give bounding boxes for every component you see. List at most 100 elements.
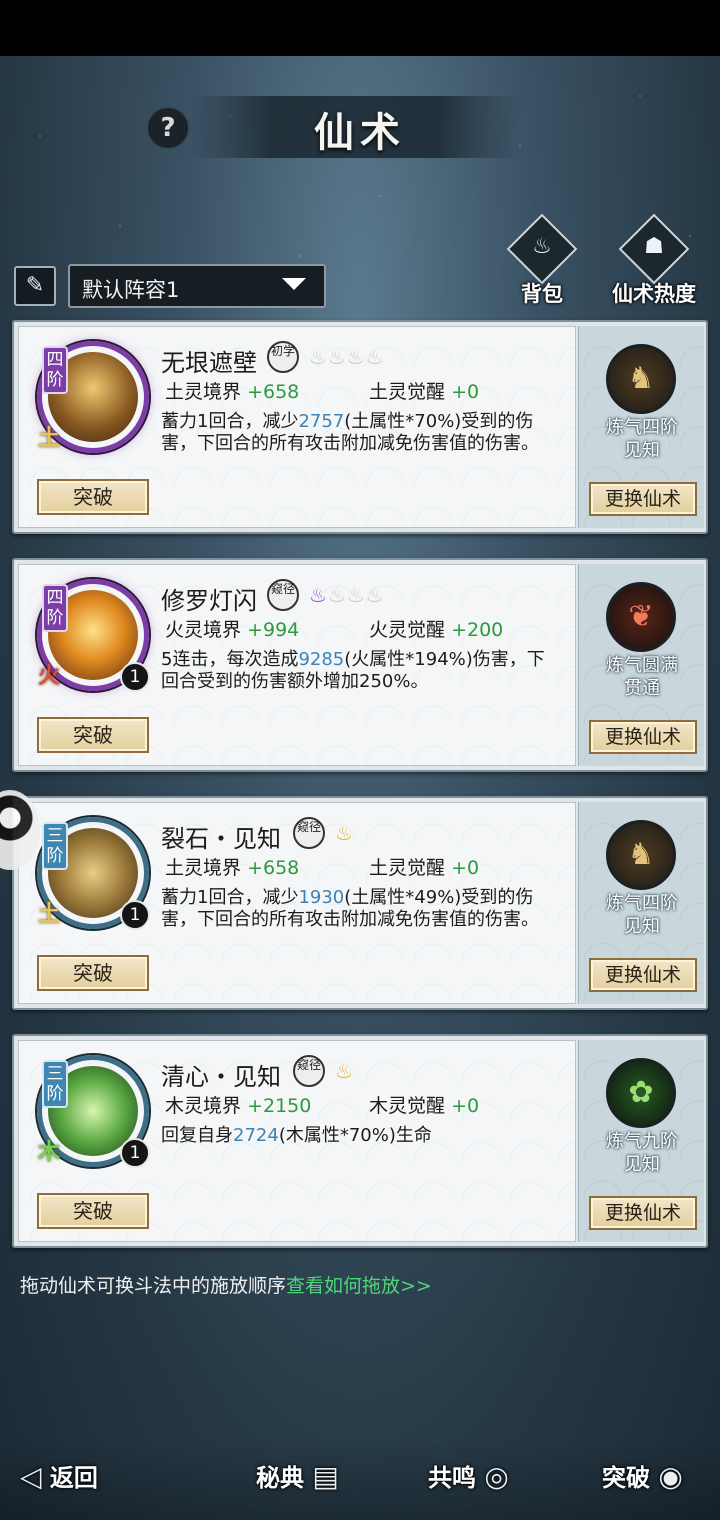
swirl-icon: ◎ bbox=[484, 1460, 509, 1493]
resonance-button[interactable]: 共鸣 ◎ bbox=[428, 1458, 509, 1498]
desc-text: 蓄力1回合，减少 bbox=[161, 887, 299, 908]
stat-value: +0 bbox=[451, 857, 480, 879]
nav-label: 突破 bbox=[602, 1463, 650, 1492]
count-badge: 1 bbox=[120, 662, 150, 692]
stat-label: 火灵觉醒 bbox=[369, 619, 446, 641]
skill-card[interactable]: 三阶 木 1 突破 清心・见知 窥径 ♨ 木灵境界 +2150 木灵觉醒 +0 … bbox=[12, 1034, 708, 1248]
open-book-icon: ▤ bbox=[312, 1460, 339, 1493]
skill-card-body: 四阶 火 1 突破 修罗灯闪 窥径 ♨♨♨♨ 火灵境界 +994 火灵觉醒 +2… bbox=[18, 564, 576, 766]
change-skill-button[interactable]: 更换仙术 bbox=[589, 958, 697, 992]
status-bar bbox=[0, 0, 720, 56]
realm-level: 炼气九阶 bbox=[606, 1131, 678, 1152]
breakthrough-button[interactable]: 突破 bbox=[37, 479, 149, 515]
realm-stage: 贯通 bbox=[624, 678, 660, 699]
realm-panel: ♞ 炼气四阶 见知 更换仙术 bbox=[578, 326, 704, 528]
desc-number: 1930 bbox=[298, 887, 345, 908]
mastery-stamp: 窥径 bbox=[267, 579, 299, 611]
skill-name: 修罗灯闪 bbox=[161, 587, 257, 615]
element-glyph: 土 bbox=[38, 425, 61, 451]
realm-stage: 见知 bbox=[624, 1154, 660, 1175]
breakthrough-nav-button[interactable]: 突破 ◉ bbox=[602, 1458, 683, 1498]
realm-stat: 火灵境界 +994 bbox=[165, 615, 299, 642]
element-glyph: 木 bbox=[38, 1139, 61, 1165]
book-flame-icon: ☗ bbox=[644, 234, 664, 259]
awaken-stat: 土灵觉醒 +0 bbox=[369, 377, 479, 404]
count-badge: 1 bbox=[120, 1138, 150, 1168]
element-glyph: 土 bbox=[38, 901, 61, 927]
element-glyph: 火 bbox=[38, 663, 61, 689]
awaken-stat: 火灵觉醒 +200 bbox=[369, 615, 503, 642]
vortex-icon: ◉ bbox=[658, 1460, 683, 1493]
phoenix-emblem-icon: ❦ bbox=[606, 582, 676, 652]
skill-card-body: 三阶 土 1 突破 裂石・见知 窥径 ♨ 土灵境界 +658 土灵觉醒 +0 蓄… bbox=[18, 802, 576, 1004]
stat-value: +200 bbox=[451, 619, 504, 641]
bag-button[interactable]: ♨ 背包 bbox=[486, 213, 596, 306]
realm-text: 炼气四阶 见知 bbox=[579, 416, 705, 462]
desc-text: (木属性*70%)生命 bbox=[278, 1125, 432, 1146]
desc-text: 5连击，每次造成 bbox=[161, 649, 299, 670]
dragon-emblem-icon: ✿ bbox=[606, 1058, 676, 1128]
drag-hint: 拖动仙术可换斗法中的施放顺序查看如何拖放>> bbox=[20, 1271, 432, 1298]
skill-description: 5连击，每次造成9285(火属性*194%)伤害，下回合受到的伤害额外增加250… bbox=[161, 649, 561, 693]
help-button[interactable]: ? bbox=[146, 106, 190, 150]
desc-number: 2757 bbox=[298, 411, 345, 432]
stat-label: 火灵境界 bbox=[165, 619, 242, 641]
lineup-dropdown[interactable]: 默认阵容1 bbox=[68, 264, 326, 308]
skill-description: 蓄力1回合，减少2757(土属性*70%)受到的伤害，下回合的所有攻击附加减免伤… bbox=[161, 411, 561, 455]
qilin-emblem-icon: ♞ bbox=[606, 344, 676, 414]
nav-label: 返回 bbox=[49, 1463, 98, 1492]
skill-portrait: 四阶 火 1 bbox=[37, 579, 150, 692]
skill-name: 裂石・见知 bbox=[161, 825, 281, 853]
tier-badge: 三阶 bbox=[42, 822, 68, 870]
realm-level: 炼气四阶 bbox=[606, 417, 678, 438]
how-to-drag-link[interactable]: 查看如何拖放>> bbox=[286, 1275, 432, 1297]
nav-label: 秘典 bbox=[256, 1463, 304, 1492]
breakthrough-button[interactable]: 突破 bbox=[37, 717, 149, 753]
qilin-emblem-icon: ♞ bbox=[606, 820, 676, 890]
skill-card[interactable]: 四阶 土 突破 无垠遮壁 初学 ♨♨♨♨ 土灵境界 +658 土灵觉醒 +0 蓄… bbox=[12, 320, 708, 534]
change-skill-button[interactable]: 更换仙术 bbox=[589, 720, 697, 754]
tier-badge: 四阶 bbox=[42, 346, 68, 394]
skill-card[interactable]: 三阶 土 1 突破 裂石・见知 窥径 ♨ 土灵境界 +658 土灵觉醒 +0 蓄… bbox=[12, 796, 708, 1010]
realm-stat: 土灵境界 +658 bbox=[165, 853, 299, 880]
change-skill-button[interactable]: 更换仙术 bbox=[589, 482, 697, 516]
breakthrough-button[interactable]: 突破 bbox=[37, 1193, 149, 1229]
back-arrow-icon: ◁ bbox=[20, 1460, 42, 1493]
realm-text: 炼气九阶 见知 bbox=[579, 1130, 705, 1176]
flame-rating-icon: ♨ bbox=[335, 821, 354, 845]
change-skill-button[interactable]: 更换仙术 bbox=[589, 1196, 697, 1230]
back-button[interactable]: ◁ 返回 bbox=[20, 1458, 98, 1498]
skill-card-body: 四阶 土 突破 无垠遮壁 初学 ♨♨♨♨ 土灵境界 +658 土灵觉醒 +0 蓄… bbox=[18, 326, 576, 528]
awaken-stat: 木灵觉醒 +0 bbox=[369, 1091, 479, 1118]
skill-card[interactable]: 四阶 火 1 突破 修罗灯闪 窥径 ♨♨♨♨ 火灵境界 +994 火灵觉醒 +2… bbox=[12, 558, 708, 772]
stat-label: 土灵境界 bbox=[165, 857, 242, 879]
page-title: 仙术 bbox=[314, 109, 406, 156]
skill-name: 无垠遮壁 bbox=[161, 349, 257, 377]
brush-icon[interactable]: ✎ bbox=[14, 266, 56, 306]
awaken-stat: 土灵觉醒 +0 bbox=[369, 853, 479, 880]
secret-book-button[interactable]: 秘典 ▤ bbox=[256, 1458, 339, 1498]
skill-description: 蓄力1回合，减少1930(土属性*49%)受到的伤害，下回合的所有攻击附加减免伤… bbox=[161, 887, 561, 931]
realm-level: 炼气四阶 bbox=[606, 893, 678, 914]
skill-portrait: 三阶 木 1 bbox=[37, 1055, 150, 1168]
desc-text: 蓄力1回合，减少 bbox=[161, 411, 299, 432]
skill-portrait: 四阶 土 bbox=[37, 341, 149, 453]
tier-badge: 四阶 bbox=[42, 584, 68, 632]
flame-rating-icon: ♨♨♨♨ bbox=[309, 583, 385, 607]
nav-label: 共鸣 bbox=[428, 1463, 476, 1492]
realm-panel: ❦ 炼气圆满 贯通 更换仙术 bbox=[578, 564, 704, 766]
realm-panel: ♞ 炼气四阶 见知 更换仙术 bbox=[578, 802, 704, 1004]
mastery-stamp: 初学 bbox=[267, 341, 299, 373]
stat-label: 木灵觉醒 bbox=[369, 1095, 446, 1117]
mastery-stamp: 窥径 bbox=[293, 1055, 325, 1087]
skill-description: 回复自身2724(木属性*70%)生命 bbox=[161, 1125, 561, 1147]
stat-value: +2150 bbox=[247, 1095, 312, 1117]
flame-rating-icon: ♨ bbox=[335, 1059, 354, 1083]
stat-value: +0 bbox=[451, 1095, 480, 1117]
popularity-button[interactable]: ☗ 仙术热度 bbox=[598, 213, 708, 306]
breakthrough-button[interactable]: 突破 bbox=[37, 955, 149, 991]
stat-label: 土灵觉醒 bbox=[369, 857, 446, 879]
desc-text: 回复自身 bbox=[161, 1125, 233, 1146]
stat-value: +658 bbox=[247, 857, 300, 879]
flame-rating-icon: ♨♨♨♨ bbox=[309, 345, 385, 369]
